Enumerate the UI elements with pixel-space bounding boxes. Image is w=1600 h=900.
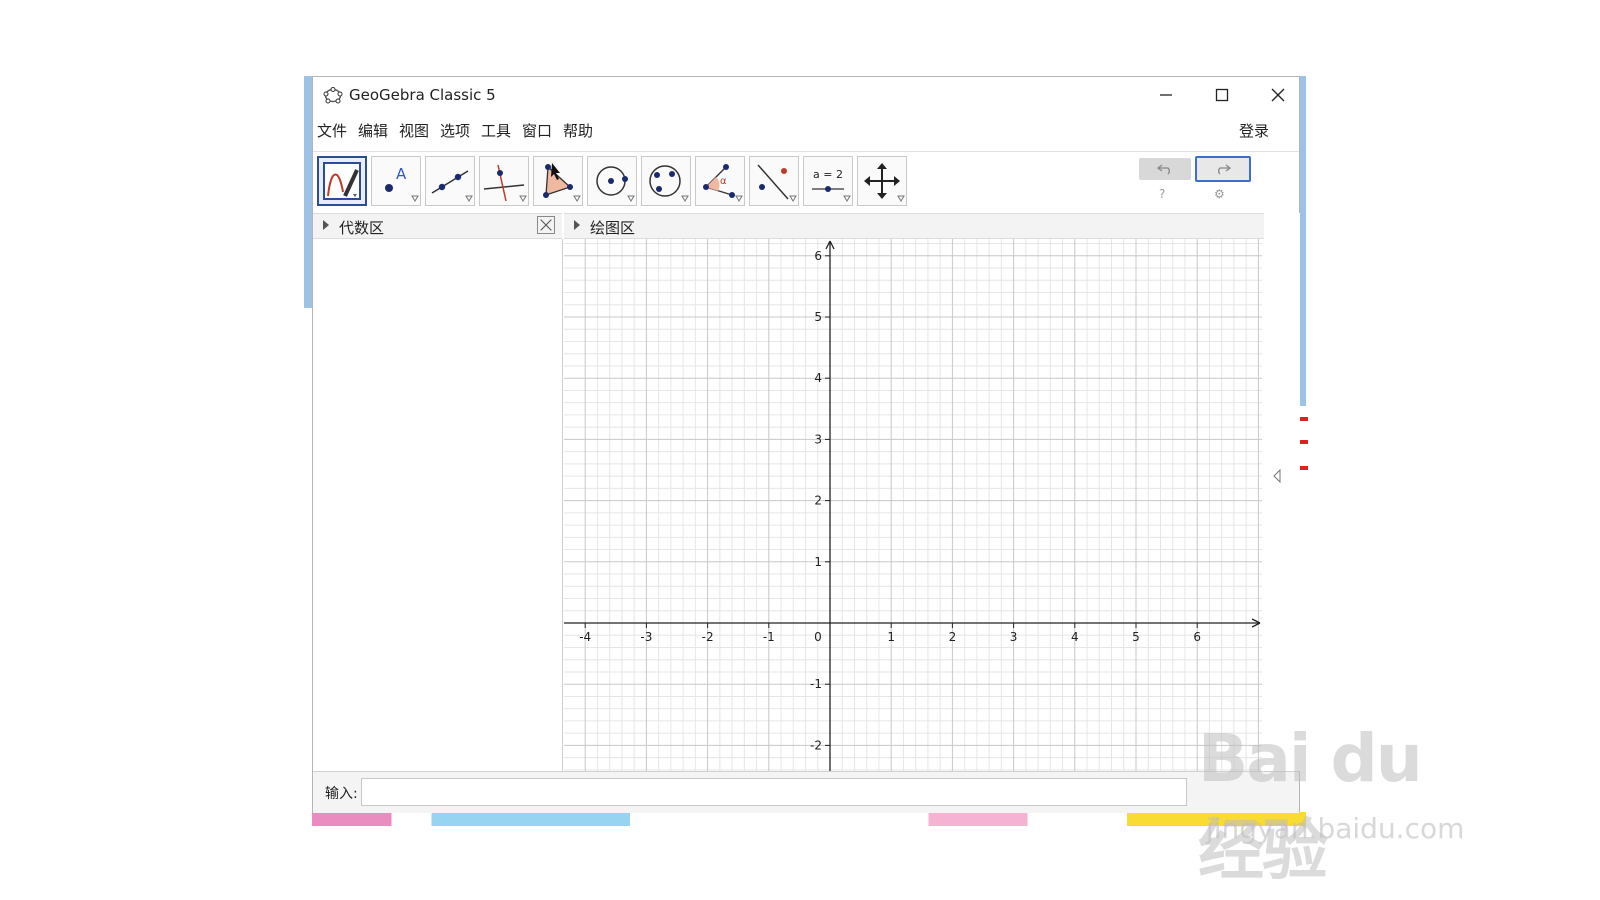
tool-line[interactable] bbox=[425, 156, 475, 206]
tool-move-graphics[interactable] bbox=[317, 156, 367, 206]
tool-point[interactable]: A bbox=[371, 156, 421, 206]
x-tick-label: 1 bbox=[887, 630, 895, 644]
svg-text:A: A bbox=[396, 165, 407, 183]
svg-text:a = 2: a = 2 bbox=[813, 168, 843, 181]
y-tick-label: -1 bbox=[810, 677, 822, 691]
close-button[interactable] bbox=[1255, 81, 1301, 109]
geogebra-logo-icon bbox=[323, 87, 343, 104]
minimize-icon bbox=[1160, 94, 1172, 96]
x-tick-label: 5 bbox=[1132, 630, 1140, 644]
desktop-strip-left bbox=[304, 76, 312, 308]
input-label: 输入: bbox=[325, 786, 358, 802]
x-tick-label: -3 bbox=[640, 630, 652, 644]
reflect-icon bbox=[757, 164, 797, 202]
input-field[interactable] bbox=[361, 778, 1187, 806]
tool-angle[interactable]: α bbox=[695, 156, 745, 206]
x-tick-label: 4 bbox=[1071, 630, 1079, 644]
graphics-panel-title: 绘图区 bbox=[590, 219, 636, 237]
close-panel-icon[interactable] bbox=[537, 216, 555, 234]
menu-options[interactable]: 选项 bbox=[440, 120, 470, 141]
menu-view[interactable]: 视图 bbox=[399, 120, 429, 141]
polygon-icon bbox=[543, 163, 581, 202]
x-tick-label: 0 bbox=[814, 630, 822, 644]
toolbar: A α a = 2 ? ⚙ bbox=[313, 151, 1299, 212]
menu-help[interactable]: 帮助 bbox=[563, 120, 593, 141]
undo-button[interactable] bbox=[1139, 158, 1191, 180]
graphics-view[interactable]: -4 -3 -2 -1 0 1 2 3 4 5 6 6 5 4 3 2 1 -1 -2 bbox=[564, 239, 1262, 771]
maximize-icon bbox=[1215, 88, 1229, 102]
menu-edit[interactable]: 编辑 bbox=[358, 120, 388, 141]
x-tick-label: 2 bbox=[949, 630, 957, 644]
help-icon[interactable]: ? bbox=[1159, 187, 1165, 201]
redo-button[interactable] bbox=[1195, 156, 1251, 182]
graphics-right-margin bbox=[1264, 213, 1300, 771]
geogebra-window: GeoGebra Classic 5 文件 编辑 视图 选项 工具 窗口 帮助 … bbox=[312, 76, 1300, 813]
y-tick-label: 2 bbox=[814, 494, 822, 508]
baidu-watermark: Bai du 经验 jingyan.baidu.com bbox=[1198, 720, 1498, 889]
x-tick-label: 6 bbox=[1193, 630, 1201, 644]
y-tick-label: 4 bbox=[814, 371, 822, 385]
x-tick-label: -4 bbox=[579, 630, 591, 644]
redo-icon bbox=[1218, 164, 1231, 175]
window-title: GeoGebra Classic 5 bbox=[349, 86, 496, 104]
input-bar: 输入: bbox=[313, 771, 1299, 813]
collapse-arrow-icon[interactable] bbox=[323, 220, 329, 230]
gear-icon[interactable]: ⚙ bbox=[1214, 187, 1225, 201]
expand-sidebar-icon[interactable] bbox=[1272, 469, 1282, 483]
move-view-icon bbox=[864, 163, 905, 202]
title-bar: GeoGebra Classic 5 bbox=[313, 77, 1299, 113]
algebra-panel-header: 代数区 bbox=[313, 213, 562, 239]
x-tick-label: -1 bbox=[763, 630, 775, 644]
menu-bar: 文件 编辑 视图 选项 工具 窗口 帮助 登录 bbox=[313, 115, 1299, 143]
login-button[interactable]: 登录 bbox=[1239, 120, 1269, 141]
desktop-strip-bottom bbox=[312, 812, 1306, 826]
graphics-panel-header: 绘图区 bbox=[564, 213, 1262, 239]
y-tick-label: 3 bbox=[814, 432, 822, 446]
x-tick-label: 3 bbox=[1010, 630, 1018, 644]
menu-file[interactable]: 文件 bbox=[317, 120, 347, 141]
minimize-button[interactable] bbox=[1143, 81, 1189, 109]
algebra-panel-title: 代数区 bbox=[339, 219, 385, 237]
menu-tools[interactable]: 工具 bbox=[481, 120, 511, 141]
x-tick-label: -2 bbox=[702, 630, 714, 644]
algebra-view[interactable] bbox=[313, 239, 563, 771]
tool-reflect[interactable] bbox=[749, 156, 799, 206]
menu-window[interactable]: 窗口 bbox=[522, 120, 552, 141]
y-tick-label: 5 bbox=[814, 310, 822, 324]
undo-icon bbox=[1157, 164, 1170, 175]
tool-move-view[interactable] bbox=[857, 156, 907, 206]
circle-center-point-icon bbox=[596, 166, 635, 202]
tool-polygon[interactable] bbox=[533, 156, 583, 206]
y-tick-label: -2 bbox=[810, 738, 822, 752]
close-icon bbox=[1271, 88, 1285, 102]
watermark-sub: jingyan.baidu.com bbox=[1206, 812, 1465, 845]
tool-circle-three-points[interactable] bbox=[641, 156, 691, 206]
maximize-button[interactable] bbox=[1199, 81, 1245, 109]
move-graphics-pen-icon bbox=[323, 162, 361, 200]
y-tick-label: 6 bbox=[814, 249, 822, 263]
coordinate-grid[interactable]: -4 -3 -2 -1 0 1 2 3 4 5 6 6 5 4 3 2 1 -1 -2 bbox=[564, 239, 1262, 771]
desktop-strip-right bbox=[1300, 76, 1306, 406]
y-tick-label: 1 bbox=[814, 555, 822, 569]
line-icon bbox=[431, 170, 473, 202]
svg-text:α: α bbox=[720, 176, 727, 187]
angle-icon: α bbox=[703, 164, 743, 202]
slider-icon: a = 2 bbox=[812, 168, 851, 202]
circle-three-points-icon bbox=[649, 165, 689, 202]
tool-slider[interactable]: a = 2 bbox=[803, 156, 853, 206]
tool-circle-center[interactable] bbox=[587, 156, 637, 206]
collapse-arrow-icon[interactable] bbox=[574, 220, 580, 230]
watermark-main: Bai du 经验 bbox=[1198, 720, 1423, 889]
point-icon: A bbox=[385, 165, 419, 202]
perpendicular-line-icon bbox=[483, 164, 527, 202]
tool-perpendicular[interactable] bbox=[479, 156, 529, 206]
